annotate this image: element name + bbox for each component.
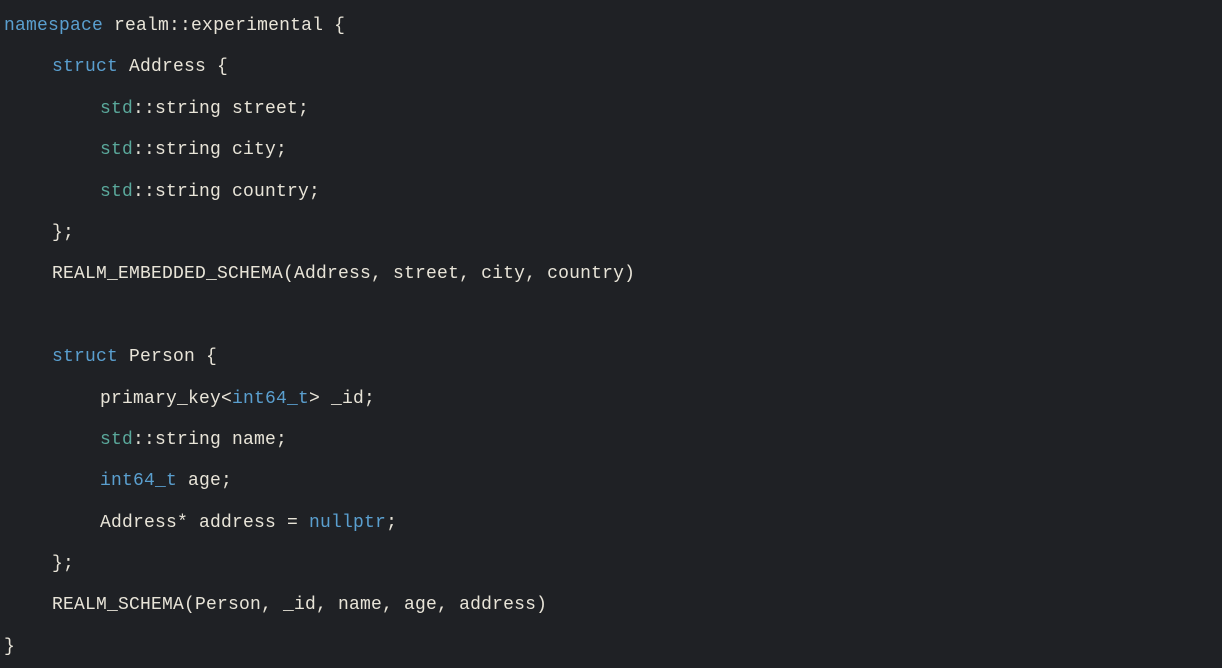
namespace-name: realm::experimental <box>114 16 323 36</box>
field-street: street; <box>221 99 309 119</box>
code-line-13: Address* address = nullptr; <box>4 503 1218 544</box>
code-line-8 <box>4 296 1218 337</box>
type-string: ::string <box>133 140 221 160</box>
code-line-11: std::string name; <box>4 420 1218 461</box>
code-line-3: std::string street; <box>4 89 1218 130</box>
code-line-12: int64_t age; <box>4 461 1218 502</box>
semicolon: ; <box>386 513 397 533</box>
field-country: country; <box>221 182 320 202</box>
type-int64: int64_t <box>100 471 177 491</box>
keyword-nullptr: nullptr <box>309 513 386 533</box>
code-line-9: struct Person { <box>4 337 1218 378</box>
type-std: std <box>100 140 133 160</box>
code-line-14: }; <box>4 544 1218 585</box>
struct-name-person: Person <box>129 347 195 367</box>
primary-key-suffix: > _id; <box>309 389 375 409</box>
address-ptr-prefix: Address* address = <box>100 513 309 533</box>
code-line-4: std::string city; <box>4 130 1218 171</box>
code-block: namespace realm::experimental {struct Ad… <box>4 6 1218 668</box>
brace-close: } <box>4 637 15 657</box>
field-name: name; <box>221 430 287 450</box>
struct-name-address: Address <box>129 57 206 77</box>
brace-open: { <box>206 57 228 77</box>
brace-open: { <box>195 347 217 367</box>
macro-schema: REALM_SCHEMA(Person, _id, name, age, add… <box>52 595 547 615</box>
keyword-namespace: namespace <box>4 16 103 36</box>
type-string: ::string <box>133 430 221 450</box>
code-line-2: struct Address { <box>4 47 1218 88</box>
type-std: std <box>100 182 133 202</box>
brace-close: }; <box>52 223 74 243</box>
brace-open: { <box>323 16 345 36</box>
type-string: ::string <box>133 182 221 202</box>
field-city: city; <box>221 140 287 160</box>
field-age: age; <box>177 471 232 491</box>
type-string: ::string <box>133 99 221 119</box>
code-line-5: std::string country; <box>4 172 1218 213</box>
primary-key-prefix: primary_key< <box>100 389 232 409</box>
code-line-7: REALM_EMBEDDED_SCHEMA(Address, street, c… <box>4 254 1218 295</box>
type-std: std <box>100 430 133 450</box>
code-line-6: }; <box>4 213 1218 254</box>
code-line-16: } <box>4 627 1218 668</box>
code-line-10: primary_key<int64_t> _id; <box>4 379 1218 420</box>
type-int64: int64_t <box>232 389 309 409</box>
code-line-15: REALM_SCHEMA(Person, _id, name, age, add… <box>4 585 1218 626</box>
type-std: std <box>100 99 133 119</box>
macro-embedded-schema: REALM_EMBEDDED_SCHEMA(Address, street, c… <box>52 264 635 284</box>
keyword-struct: struct <box>52 347 118 367</box>
brace-close: }; <box>52 554 74 574</box>
keyword-struct: struct <box>52 57 118 77</box>
code-line-1: namespace realm::experimental { <box>4 6 1218 47</box>
